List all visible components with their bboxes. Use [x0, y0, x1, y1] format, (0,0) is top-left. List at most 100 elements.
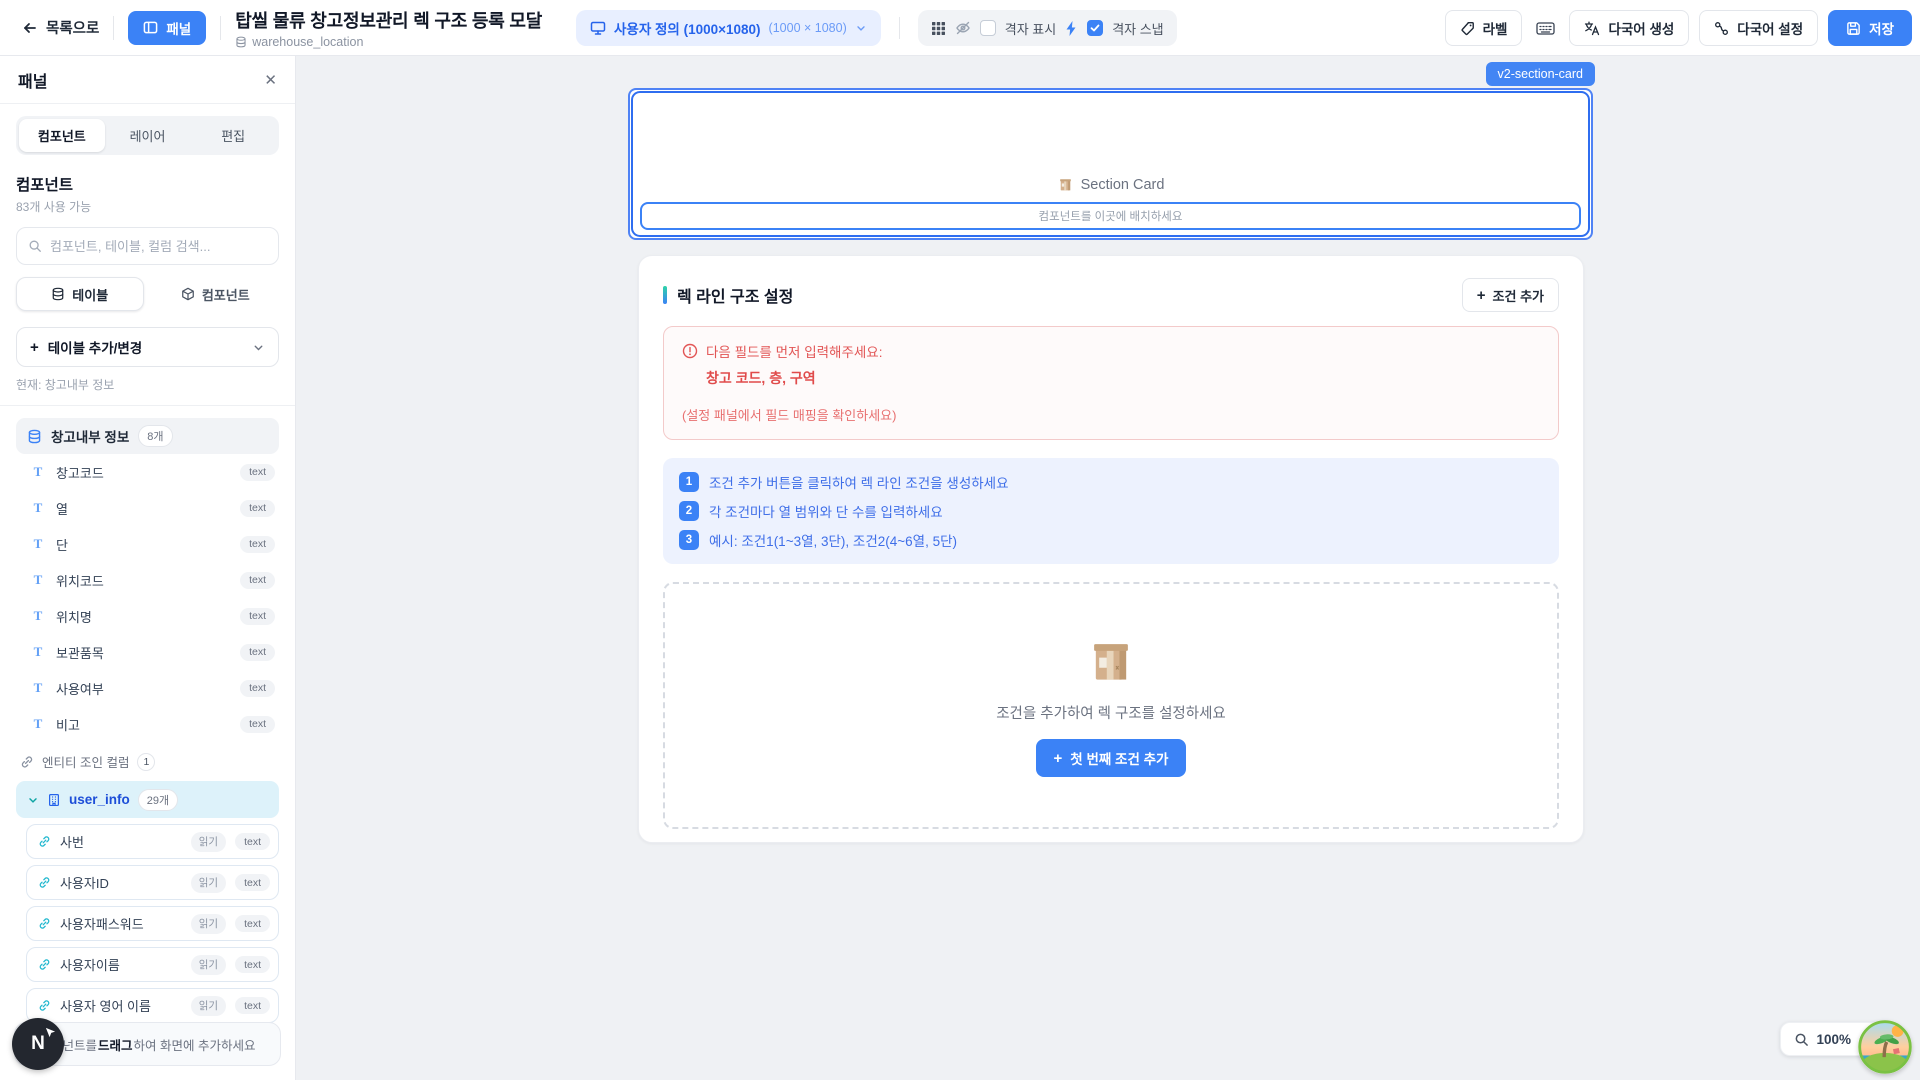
- eye-off-icon: [955, 20, 971, 36]
- field-row[interactable]: T 단 text: [16, 526, 279, 562]
- page-subtitle: warehouse_location: [235, 35, 542, 49]
- tab-components[interactable]: 컴포넌트: [19, 119, 105, 152]
- entity-group-user-info[interactable]: user_info 29개: [16, 781, 279, 818]
- search-icon: [28, 239, 42, 253]
- back-arrow-icon: [22, 20, 38, 36]
- step-text: 예시: 조건1(1~3열, 3단), 조건2(4~6열, 5단): [709, 530, 957, 550]
- field-row[interactable]: T 비고 text: [16, 706, 279, 742]
- join-columns-header: 엔티티 조인 컬럼 1: [16, 752, 279, 771]
- keyboard-shortcuts-button[interactable]: [1532, 21, 1559, 36]
- close-icon[interactable]: ✕: [264, 71, 277, 89]
- search-input[interactable]: [50, 239, 267, 254]
- field-name: 열: [56, 499, 230, 518]
- join-field-name: 사용자ID: [60, 873, 182, 892]
- step-text: 각 조건마다 열 범위와 단 수를 입력하세요: [709, 501, 943, 521]
- plus-icon: +: [1477, 288, 1486, 303]
- field-type-badge: text: [235, 874, 270, 891]
- step-number-badge: 2: [679, 501, 699, 521]
- text-type-icon: T: [30, 716, 46, 732]
- panel-icon: [143, 20, 158, 35]
- field-row[interactable]: T 창고코드 text: [16, 454, 279, 490]
- filter-components-label: 컴포넌트: [202, 285, 250, 304]
- field-row[interactable]: T 위치명 text: [16, 598, 279, 634]
- panel-body: 컴포넌트 레이어 편집 컴포넌트 83개 사용 가능 테이블: [0, 104, 295, 1043]
- grid-snap-checkbox[interactable]: [1087, 20, 1103, 36]
- current-table-label: 현재: 창고내부 정보: [16, 376, 279, 393]
- selected-section-card[interactable]: v2-section-card Section Card 컴포넌트를 이곳에 배…: [628, 88, 1593, 240]
- components-section-header: 컴포넌트 83개 사용 가능: [16, 173, 279, 215]
- divider: [899, 17, 900, 39]
- tag-icon: [1460, 21, 1475, 36]
- link-icon: [38, 958, 51, 971]
- tab-edit[interactable]: 편집: [190, 119, 276, 152]
- link-icon: [20, 755, 34, 769]
- field-type-badge: text: [240, 572, 275, 589]
- save-button[interactable]: 저장: [1828, 10, 1912, 46]
- panel-tabbar: 컴포넌트 레이어 편집: [16, 116, 279, 155]
- label-button[interactable]: 라벨: [1445, 10, 1523, 46]
- lightning-icon: [1065, 21, 1078, 36]
- field-type-badge: text: [240, 608, 275, 625]
- entity-count-badge: 29개: [138, 789, 178, 811]
- add-first-condition-button[interactable]: + 첫 번째 조건 추가: [1036, 739, 1187, 777]
- panel-toggle-button[interactable]: 패널: [128, 11, 206, 45]
- link-icon: [38, 917, 51, 930]
- table-name-label: warehouse_location: [252, 35, 363, 49]
- empty-state-text: 조건을 추가하여 렉 구조를 설정하세요: [996, 702, 1226, 723]
- field-name: 비고: [56, 715, 230, 734]
- tab-layers[interactable]: 레이어: [105, 119, 191, 152]
- grid-show-checkbox[interactable]: [980, 20, 996, 36]
- join-field-row[interactable]: 사용자패스워드 읽기 text: [26, 906, 279, 941]
- readonly-badge: 읽기: [191, 996, 226, 1016]
- field-row[interactable]: T 보관품목 text: [16, 634, 279, 670]
- field-row[interactable]: T 열 text: [16, 490, 279, 526]
- join-field-list: 사번 읽기 text 사용자ID 읽기 text 사용자패스워드 읽기 text: [16, 824, 279, 1043]
- table-group-count-badge: 8개: [138, 425, 172, 447]
- source-filter-row: 테이블 컴포넌트: [16, 277, 279, 311]
- warning-text: 다음 필드를 먼저 입력해주세요:: [706, 341, 882, 361]
- filter-tables-button[interactable]: 테이블: [16, 277, 144, 311]
- step-number-badge: 1: [679, 472, 699, 492]
- i18n-settings-button[interactable]: 다국어 설정: [1699, 10, 1818, 46]
- field-row[interactable]: T 사용여부 text: [16, 670, 279, 706]
- section-card[interactable]: Section Card 컴포넌트를 이곳에 배치하세요: [631, 91, 1590, 237]
- drag-hint-bold: 드래그: [98, 1035, 133, 1054]
- add-condition-button[interactable]: + 조건 추가: [1462, 278, 1559, 312]
- save-label: 저장: [1869, 18, 1894, 38]
- back-to-list-button[interactable]: 목록으로: [22, 17, 99, 38]
- i18n-generate-button[interactable]: 다국어 생성: [1569, 10, 1689, 46]
- field-type-badge: text: [240, 680, 275, 697]
- design-canvas[interactable]: v2-section-card Section Card 컴포넌트를 이곳에 배…: [296, 56, 1920, 1080]
- rack-structure-card: 렉 라인 구조 설정 + 조건 추가 다음 필드를 먼저 입력해주세요: 창고 …: [638, 255, 1584, 843]
- filter-components-button[interactable]: 컴포넌트: [152, 277, 280, 311]
- join-field-row[interactable]: 사번 읽기 text: [26, 824, 279, 859]
- island-emoji-badge[interactable]: [1858, 1020, 1912, 1074]
- field-type-badge: text: [235, 833, 270, 850]
- field-name: 보관품목: [56, 643, 230, 662]
- components-title: 컴포넌트: [16, 173, 279, 195]
- divider: [113, 16, 114, 40]
- label-button-text: 라벨: [1483, 18, 1508, 38]
- package-icon: [1084, 634, 1138, 688]
- field-row[interactable]: T 위치코드 text: [16, 562, 279, 598]
- readonly-badge: 읽기: [191, 955, 226, 975]
- text-type-icon: T: [30, 500, 46, 516]
- component-dropzone[interactable]: 컴포넌트를 이곳에 배치하세요: [640, 202, 1581, 230]
- selection-component-badge: v2-section-card: [1486, 62, 1595, 86]
- join-count-badge: 1: [137, 753, 155, 771]
- join-field-row[interactable]: 사용자이름 읽기 text: [26, 947, 279, 982]
- field-type-badge: text: [235, 997, 270, 1014]
- dropzone-hint: 컴포넌트를 이곳에 배치하세요: [1039, 208, 1183, 224]
- grid-icon: [931, 21, 946, 36]
- entity-name: user_info: [69, 792, 130, 807]
- page-title: 탑씰 물류 창고정보관리 렉 구조 등록 모달: [235, 7, 542, 33]
- viewport-size-dropdown[interactable]: 사용자 정의 (1000×1080) (1000 × 1080): [576, 10, 881, 46]
- readonly-badge: 읽기: [191, 832, 226, 852]
- join-field-row[interactable]: 사용자ID 읽기 text: [26, 865, 279, 900]
- alert-circle-icon: [682, 343, 698, 359]
- cursor-arrow-icon: [45, 1027, 56, 1038]
- table-group-header[interactable]: 창고내부 정보 8개: [16, 418, 279, 454]
- save-icon: [1846, 21, 1861, 36]
- join-field-row[interactable]: 사용자 영어 이름 읽기 text: [26, 988, 279, 1023]
- add-change-table-button[interactable]: + 테이블 추가/변경: [16, 327, 279, 367]
